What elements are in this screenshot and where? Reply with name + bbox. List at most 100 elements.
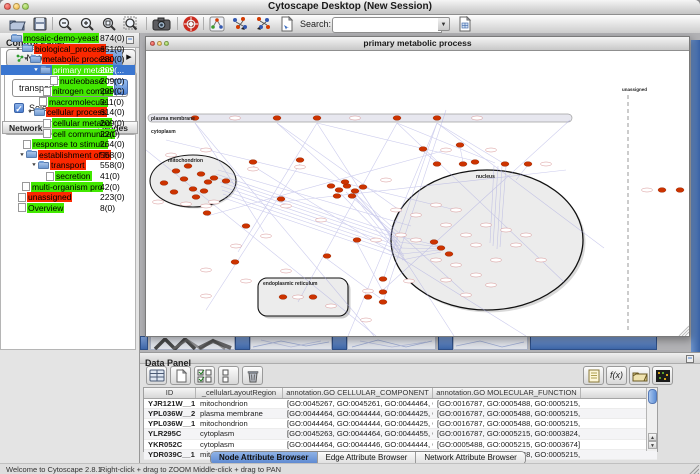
- matrix-icon[interactable]: [652, 366, 673, 385]
- column-header[interactable]: [581, 388, 644, 398]
- tree-item-label: mosaic-demo-yeast: [23, 33, 99, 43]
- node-count: 558(0): [100, 160, 125, 170]
- table-scrollbar[interactable]: ▲ ▼: [646, 388, 657, 451]
- scrollbar-thumb[interactable]: [648, 389, 657, 404]
- expand-arrow-icon[interactable]: ▼: [22, 57, 30, 62]
- network-window-title: primary metabolic process: [146, 37, 689, 50]
- window-titlebar[interactable]: Cytoscape Desktop (New Session): [0, 0, 700, 15]
- scroll-down-icon[interactable]: ▼: [648, 441, 657, 449]
- zoom-fit-icon[interactable]: [123, 16, 139, 32]
- background-window-fragment: [438, 336, 453, 350]
- search-input[interactable]: [332, 17, 442, 33]
- select-attributes-icon[interactable]: [194, 366, 215, 385]
- function-builder-icon[interactable]: f(x): [606, 366, 627, 385]
- tree-item[interactable]: multi-organism pro42(0): [1, 181, 135, 192]
- network-view-window[interactable]: primary metabolic process: [145, 36, 690, 337]
- background-window-fragment: [453, 336, 528, 350]
- table-row[interactable]: YLR295Ccytoplasm[GO:0045263, GO:0044464,…: [144, 429, 657, 439]
- network-canvas[interactable]: plasma membrane cytoplasm mitochondrion …: [146, 50, 689, 336]
- node-count: 264(0): [100, 139, 125, 149]
- tree-item-selected[interactable]: ▼primary metabo209(...: [1, 65, 135, 76]
- tree-item[interactable]: ▼transport558(0): [1, 160, 135, 171]
- folder-icon: [34, 109, 45, 116]
- save-icon[interactable]: [32, 16, 48, 32]
- tree-item[interactable]: macromolecule311(0): [1, 97, 135, 108]
- tree-item[interactable]: ▼biological_process651(0): [1, 44, 135, 55]
- expand-arrow-icon[interactable]: ▼: [18, 152, 26, 157]
- layout-nodes-icon[interactable]: [231, 16, 249, 32]
- table-row[interactable]: YPL036W__2plasma membrane[GO:0044464, GO…: [144, 409, 657, 419]
- folder-icon: [22, 45, 33, 52]
- tree-item[interactable]: nucleobase-209(0): [1, 75, 135, 86]
- folder-icon: [26, 151, 37, 158]
- annotation-doc-icon[interactable]: [280, 16, 294, 32]
- import-table-icon[interactable]: [458, 16, 473, 32]
- window-resize-grip[interactable]: [689, 465, 699, 474]
- background-window-fragment: [150, 336, 235, 350]
- expand-arrow-icon[interactable]: ▼: [32, 68, 40, 73]
- table-row[interactable]: YJR121W__1mitochondrion[GO:0045267, GO:0…: [144, 399, 657, 409]
- layout-nodes-alt-icon[interactable]: [255, 16, 273, 32]
- mitochondrion-label: mitochondrion: [168, 158, 203, 164]
- tree-item[interactable]: ▼metabolic process280(0): [1, 54, 135, 65]
- background-window-edge: [691, 40, 700, 352]
- background-window-fragment: [332, 336, 347, 350]
- tree-item[interactable]: mosaic-demo-yeast874(0): [1, 33, 135, 44]
- table-row[interactable]: YPL036W__1mitochondrion[GO:0044464, GO:0…: [144, 419, 657, 429]
- table-column-headers[interactable]: ID _cellularLayoutRegion annotation.GO C…: [144, 388, 657, 399]
- tree-item[interactable]: response to stimulu264(0): [1, 139, 135, 150]
- zoom-out-icon[interactable]: [57, 16, 73, 32]
- background-window-fragment: [235, 336, 250, 350]
- search-dropdown-icon[interactable]: ▼: [438, 17, 450, 31]
- tree-item[interactable]: cellular metabo209(0): [1, 118, 135, 129]
- open-icon[interactable]: [8, 16, 26, 32]
- tree-item[interactable]: Overview8(0): [1, 203, 135, 214]
- import-folder-icon[interactable]: [629, 366, 650, 385]
- new-attribute-icon[interactable]: [170, 366, 191, 385]
- tree-item[interactable]: ▼cellular process614(0): [1, 107, 135, 118]
- data-panel: Data Panel f(x) ID _cellularLayoutRegion…: [140, 352, 700, 463]
- delete-attribute-icon[interactable]: [242, 366, 263, 385]
- file-icon: [39, 97, 47, 106]
- column-header[interactable]: _cellularLayoutRegion: [196, 388, 283, 398]
- notepad-icon[interactable]: [583, 366, 604, 385]
- attribute-table-icon[interactable]: [146, 366, 167, 385]
- expand-arrow-icon[interactable]: ▼: [30, 163, 38, 168]
- node-count: 42(0): [100, 182, 120, 192]
- cytoplasm-label: cytoplasm: [151, 129, 176, 135]
- zoom-in-icon[interactable]: [79, 16, 95, 32]
- folder-icon: [11, 35, 22, 42]
- expand-arrow-icon[interactable]: ▼: [26, 110, 34, 115]
- file-icon: [43, 129, 51, 138]
- column-header[interactable]: annotation.GO MOLECULAR_FUNCTION: [433, 388, 581, 398]
- file-icon: [43, 119, 51, 128]
- help-ring-icon[interactable]: [183, 16, 199, 32]
- tree-item[interactable]: nitrogen compo209(0): [1, 86, 135, 97]
- unselect-attributes-icon[interactable]: [218, 366, 239, 385]
- window-resize-grip[interactable]: [679, 326, 689, 336]
- network-overview-icon[interactable]: [209, 16, 225, 32]
- mdi-desktop: primary metabolic process: [140, 33, 700, 352]
- folder-icon: [38, 162, 49, 169]
- tree-item-label: secretion: [55, 171, 92, 181]
- toolbar-separator: [177, 17, 178, 30]
- scroll-up-icon[interactable]: ▲: [648, 433, 657, 441]
- float-panel-icon[interactable]: [686, 355, 694, 363]
- tree-item[interactable]: secretion41(0): [1, 171, 135, 182]
- tree-item[interactable]: unassigned223(0): [1, 192, 135, 203]
- file-icon: [23, 140, 31, 149]
- expand-arrow-icon[interactable]: ▼: [14, 46, 22, 51]
- column-header[interactable]: annotation.GO CELLULAR_COMPONENT: [283, 388, 433, 398]
- background-window-fragment: [140, 336, 148, 350]
- node-count: 209(0): [100, 118, 125, 128]
- snapshot-icon[interactable]: [152, 16, 172, 32]
- column-header[interactable]: ID: [144, 388, 196, 398]
- toolbar-separator: [203, 17, 204, 30]
- file-icon: [43, 87, 51, 96]
- tree-item[interactable]: ▼establishment of lo558(0): [1, 150, 135, 161]
- zoom-selected-icon[interactable]: [101, 16, 117, 32]
- search-label: Search:: [300, 19, 331, 29]
- tree-item[interactable]: cell communicat22(0): [1, 128, 135, 139]
- network-window-titlebar[interactable]: primary metabolic process: [146, 37, 689, 51]
- table-row[interactable]: YKR052Ccytoplasm[GO:0044464, GO:0044446,…: [144, 440, 657, 450]
